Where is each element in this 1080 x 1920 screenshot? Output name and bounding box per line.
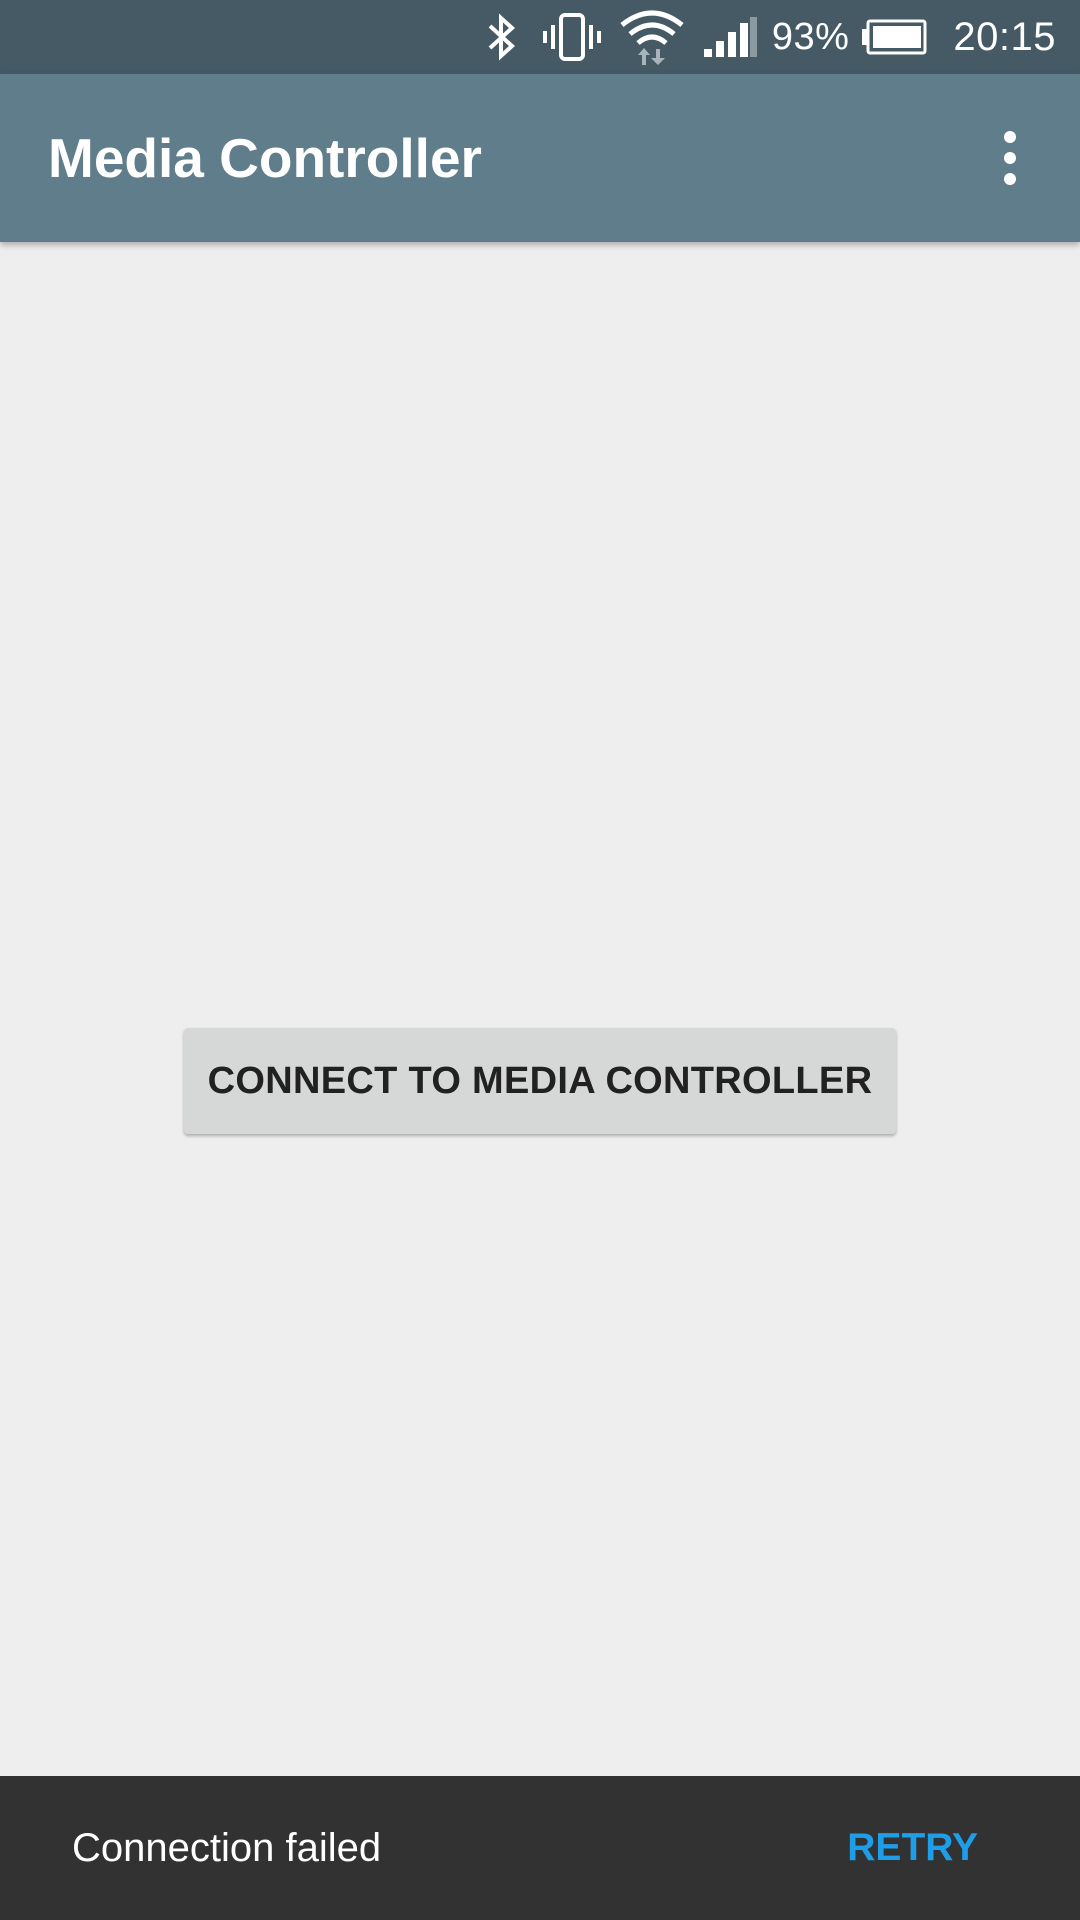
snackbar-message: Connection failed — [72, 1826, 382, 1870]
connect-button[interactable]: CONNECT TO MEDIA CONTROLLER — [184, 1028, 896, 1134]
snackbar: Connection failed RETRY — [0, 1776, 1080, 1920]
battery-icon — [861, 0, 927, 74]
battery-percent: 93% — [771, 15, 850, 58]
app-bar: Media Controller — [0, 74, 1080, 242]
status-bar: 93% 20:15 — [0, 0, 1080, 74]
overflow-dot — [1004, 173, 1016, 185]
signal-icon — [702, 0, 758, 74]
retry-button[interactable]: RETRY — [847, 1776, 978, 1920]
bluetooth-icon — [486, 0, 516, 74]
overflow-dot — [1004, 152, 1016, 164]
status-icons: 93% 20:15 — [486, 0, 1056, 74]
clock: 20:15 — [953, 14, 1056, 59]
app-title: Media Controller — [48, 127, 482, 189]
vibrate-icon — [542, 0, 602, 74]
screen: 93% 20:15 Media Controller CONNECT TO ME… — [0, 0, 1080, 1920]
overflow-dot — [1004, 131, 1016, 143]
more-vert-icon[interactable] — [970, 118, 1050, 198]
wifi-icon — [620, 0, 684, 74]
